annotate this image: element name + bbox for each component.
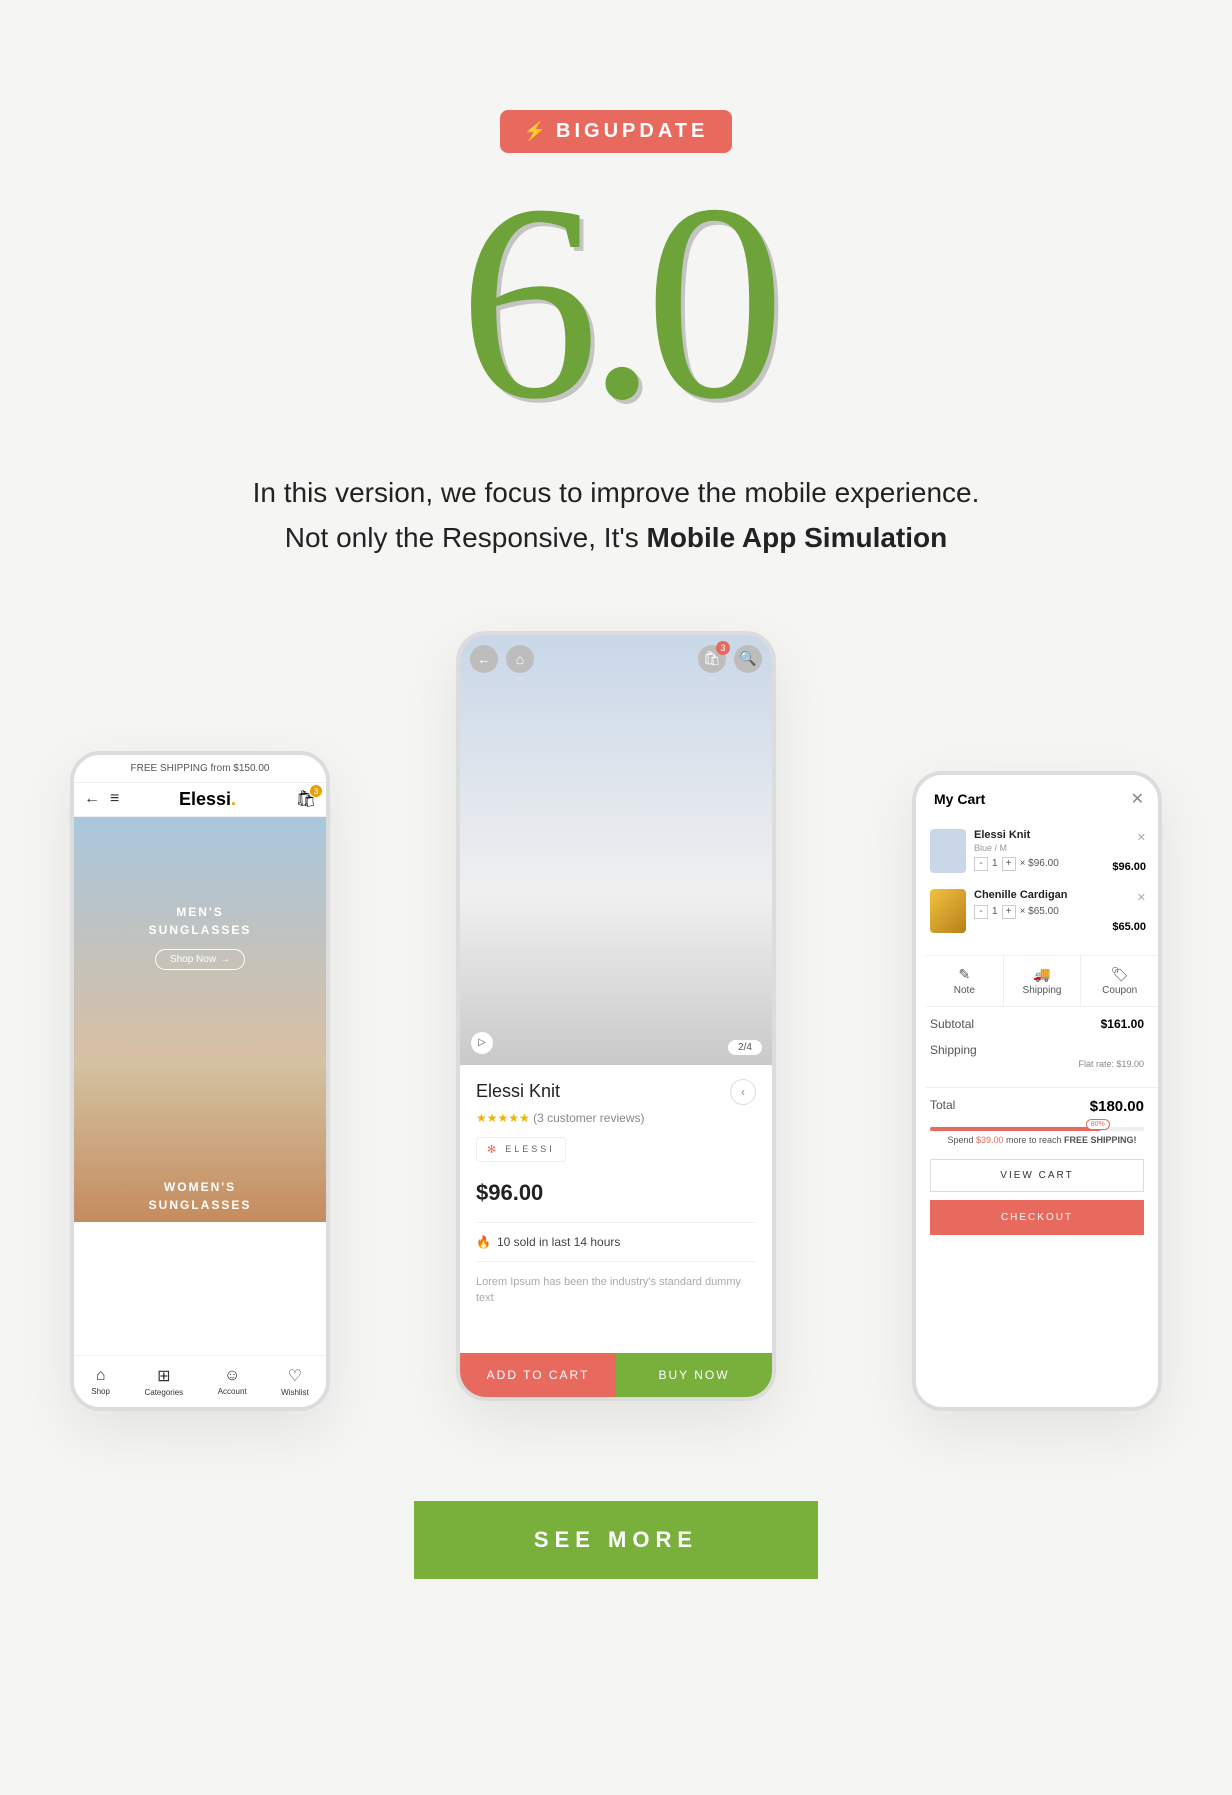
- cart-utilities: ✎Note 🚚Shipping 🏷Coupon: [926, 955, 1158, 1007]
- close-icon[interactable]: ✕: [1131, 789, 1144, 809]
- shipping-button[interactable]: 🚚Shipping: [1004, 956, 1082, 1006]
- buy-now-button[interactable]: BUY NOW: [616, 1353, 772, 1397]
- note-icon: ✎: [926, 966, 1003, 983]
- heart-icon: ♡: [288, 1366, 302, 1386]
- progress-badge: 80%: [1086, 1119, 1110, 1130]
- nav-account[interactable]: ☺Account: [218, 1367, 247, 1396]
- shop-header: ← ≡ Elessi. 🛍3: [74, 782, 326, 817]
- item-name: Chenille Cardigan: [974, 889, 1146, 901]
- free-shipping-message: Spend $39.00 more to reach FREE SHIPPING…: [926, 1135, 1158, 1145]
- reviews-count: (3 customer reviews): [533, 1111, 644, 1125]
- fire-icon: 🔥: [476, 1235, 491, 1249]
- prev-product-button[interactable]: ‹: [730, 1079, 756, 1105]
- phone-mockup-cart: My Cart ✕ Elessi Knit Blue / M - 1 + × $…: [912, 771, 1162, 1411]
- hero-title: MEN'S SUNGLASSES: [149, 903, 252, 939]
- bottom-nav: ⌂Shop ⊞Categories ☺Account ♡Wishlist: [74, 1355, 326, 1407]
- total-row: Total $180.00: [926, 1087, 1158, 1117]
- item-thumbnail[interactable]: [930, 829, 966, 873]
- free-shipping-progress: 80%: [930, 1127, 1144, 1131]
- version-number: 6.0: [459, 183, 773, 421]
- shop-icon: ⌂: [96, 1367, 106, 1385]
- qty-minus-button[interactable]: -: [974, 905, 988, 919]
- product-description: Lorem Ipsum has been the industry's stan…: [476, 1274, 756, 1307]
- categories-icon: ⊞: [157, 1366, 170, 1386]
- badge-text: BIGUPDATE: [556, 120, 708, 143]
- product-price: $96.00: [476, 1180, 756, 1206]
- product-image[interactable]: ▷ 2/4: [460, 635, 772, 1065]
- remove-item-icon[interactable]: ✕: [1137, 831, 1146, 844]
- qty-plus-button[interactable]: +: [1002, 905, 1016, 919]
- tag-icon: 🏷: [1081, 966, 1158, 983]
- rating-stars: ★★★★★ (3 customer reviews): [476, 1111, 756, 1125]
- cart-icon[interactable]: 🛍3: [698, 645, 726, 673]
- phone-mockup-shop: FREE SHIPPING from $150.00 ← ≡ Elessi. 🛍…: [70, 751, 330, 1411]
- account-icon: ☺: [224, 1367, 240, 1385]
- phone-mockup-product: ← ⌂ 🛍3 🔍 ▷ 2/4 Elessi Knit ‹ ★★★★★ (3 cu…: [456, 631, 776, 1401]
- add-to-cart-button[interactable]: ADD TO CART: [460, 1353, 616, 1397]
- qty-plus-button[interactable]: +: [1002, 857, 1016, 871]
- line-price: $96.00: [1112, 861, 1146, 873]
- subtotal-row: Subtotal $161.00: [926, 1007, 1158, 1033]
- cart-item: Elessi Knit Blue / M - 1 + × $96.00 ✕ $9…: [926, 823, 1158, 883]
- note-button[interactable]: ✎Note: [926, 956, 1004, 1006]
- menu-icon[interactable]: ≡: [110, 790, 119, 808]
- shop-now-button[interactable]: Shop Now→: [155, 949, 245, 970]
- back-icon[interactable]: ←: [470, 645, 498, 673]
- hero-mens[interactable]: MEN'S SUNGLASSES Shop Now→: [74, 817, 326, 1057]
- play-icon[interactable]: ▷: [470, 1031, 494, 1055]
- truck-icon: 🚚: [1004, 966, 1081, 983]
- see-more-button[interactable]: SEE MORE: [414, 1501, 818, 1579]
- nav-categories[interactable]: ⊞Categories: [144, 1366, 183, 1397]
- remove-item-icon[interactable]: ✕: [1137, 891, 1146, 904]
- back-icon[interactable]: ←: [84, 790, 100, 808]
- nav-shop[interactable]: ⌂Shop: [91, 1367, 110, 1396]
- shipping-row: Shipping: [926, 1033, 1158, 1059]
- desc-line-1: In this version, we focus to improve the…: [253, 471, 980, 516]
- link-icon: ✻: [487, 1143, 499, 1156]
- item-thumbnail[interactable]: [930, 889, 966, 933]
- image-pager: 2/4: [728, 1040, 762, 1055]
- bag-count: 3: [310, 785, 322, 797]
- brand-pill[interactable]: ✻ELESSI: [476, 1137, 566, 1162]
- promo-bar: FREE SHIPPING from $150.00: [74, 755, 326, 782]
- view-cart-button[interactable]: VIEW CART: [930, 1159, 1144, 1192]
- description: In this version, we focus to improve the…: [253, 471, 980, 561]
- arrow-right-icon: →: [220, 954, 230, 965]
- product-title: Elessi Knit: [476, 1081, 560, 1102]
- cart-title: My Cart: [934, 791, 985, 807]
- coupon-button[interactable]: 🏷Coupon: [1081, 956, 1158, 1006]
- hero2-title: WOMEN'S SUNGLASSES: [149, 1178, 252, 1214]
- cart-count: 3: [716, 641, 730, 655]
- line-price: $65.00: [1112, 921, 1146, 933]
- qty-minus-button[interactable]: -: [974, 857, 988, 871]
- item-name: Elessi Knit: [974, 829, 1146, 841]
- bolt-icon: ⚡: [524, 121, 550, 142]
- bag-icon[interactable]: 🛍3: [296, 789, 316, 809]
- nav-wishlist[interactable]: ♡Wishlist: [281, 1366, 309, 1397]
- item-variant: Blue / M: [974, 843, 1146, 853]
- cart-item: Chenille Cardigan - 1 + × $65.00 ✕ $65.0…: [926, 883, 1158, 943]
- flat-rate: Flat rate: $19.00: [926, 1059, 1158, 1079]
- unit-price: × $96.00: [1020, 858, 1059, 869]
- store-icon[interactable]: ⌂: [506, 645, 534, 673]
- desc-line-2: Not only the Responsive, It's Mobile App…: [253, 516, 980, 561]
- qty-value: 1: [992, 906, 998, 917]
- unit-price: × $65.00: [1020, 906, 1059, 917]
- checkout-button[interactable]: CHECKOUT: [930, 1200, 1144, 1235]
- qty-value: 1: [992, 858, 998, 869]
- search-icon[interactable]: 🔍: [734, 645, 762, 673]
- sold-row: 🔥 10 sold in last 14 hours: [476, 1222, 756, 1262]
- hero-womens[interactable]: WOMEN'S SUNGLASSES: [74, 1057, 326, 1222]
- brand-logo: Elessi.: [179, 789, 236, 810]
